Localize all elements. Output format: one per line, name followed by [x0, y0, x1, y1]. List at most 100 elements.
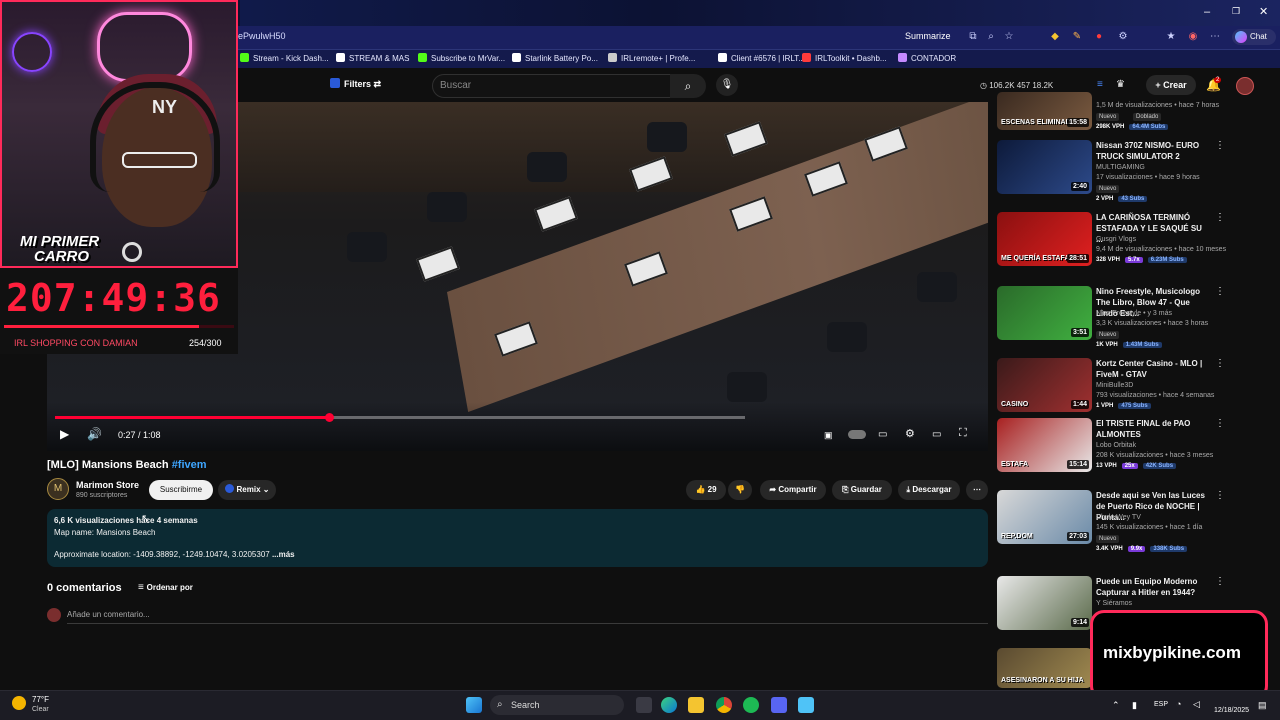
voice-search-button[interactable]: 🎙	[716, 74, 738, 96]
weather-temperature[interactable]: 77°F	[32, 695, 49, 704]
download-button[interactable]: ⤓ Descargar	[898, 480, 960, 500]
like-button[interactable]: 👍 29	[686, 480, 726, 500]
video-thumbnail[interactable]: ESCENAS ELIMINAD 15:58	[997, 92, 1092, 130]
video-options-icon[interactable]: ⋮	[1215, 358, 1225, 369]
spotify-icon[interactable]	[743, 697, 759, 713]
recommended-video[interactable]: CASINO 1:44 Kortz Center Casino - MLO | Fi…	[997, 358, 1267, 424]
zoom-icon[interactable]: ⌕	[984, 30, 998, 44]
search-button[interactable]: ⌕	[670, 74, 706, 98]
search-input[interactable]: Buscar	[440, 80, 471, 91]
video-thumbnail[interactable]: 9:14	[997, 576, 1092, 630]
video-options-icon[interactable]: ⋮	[1215, 576, 1225, 587]
search-box[interactable]	[432, 74, 702, 98]
favorites-icon[interactable]: ★	[1164, 30, 1178, 44]
edge-browser-icon[interactable]	[661, 697, 677, 713]
recommended-video[interactable]: 3:51 Nino Freestyle, Musicologo The Libro…	[997, 286, 1267, 352]
wifi-icon[interactable]: ◔	[1176, 699, 1181, 709]
discord-icon[interactable]	[771, 697, 787, 713]
video-thumbnail[interactable]: ASESINARON A SU HIJA	[997, 648, 1092, 688]
url-text[interactable]: ePwulwH50	[238, 31, 286, 41]
video-title[interactable]: Kortz Center Casino - MLO | FiveM - GTAV	[1096, 358, 1206, 380]
speaker-icon[interactable]: ◁	[1193, 699, 1200, 710]
tray-chevron-icon[interactable]: ⌃	[1112, 700, 1120, 711]
video-options-icon[interactable]: ⋮	[1215, 286, 1225, 297]
video-thumbnail[interactable]: ESTAFA 15:14	[997, 418, 1092, 472]
settings-gear-icon[interactable]: ⚙	[905, 427, 915, 440]
video-options-icon[interactable]: ⋮	[1215, 490, 1225, 501]
bookmark-item[interactable]: CONTADOR	[898, 53, 956, 63]
maximize-button[interactable]: ❐	[1232, 6, 1240, 17]
save-button[interactable]: ⎘ Guardar	[832, 480, 892, 500]
bookmark-item[interactable]: Subscribe to MrVar...	[418, 53, 505, 63]
trophy-icon[interactable]: ♛	[1116, 79, 1125, 90]
chrome-icon[interactable]	[716, 697, 732, 713]
more-menu-icon[interactable]: ⋯	[1208, 30, 1222, 44]
video-thumbnail[interactable]: CASINO 1:44	[997, 358, 1092, 412]
summarize-button[interactable]: Summarize	[905, 31, 951, 41]
video-title[interactable]: El TRISTE FINAL de PAO ALMONTES	[1096, 418, 1206, 440]
video-thumbnail[interactable]: ME QUERÍA ESTAFAR 28:51	[997, 212, 1092, 266]
progress-scrubber[interactable]	[325, 413, 334, 422]
create-button[interactable]: + Crear	[1146, 75, 1196, 95]
bookmark-item[interactable]: Stream - Kick Dash...	[240, 53, 329, 63]
weather-icon[interactable]	[12, 696, 26, 710]
taskbar-search-label[interactable]: Search	[511, 700, 540, 710]
bookmark-item[interactable]: STREAM & MAS	[336, 53, 409, 63]
weather-condition[interactable]: Clear	[32, 706, 49, 713]
tray-app-icon[interactable]: ▮	[1132, 700, 1137, 711]
comment-input[interactable]: Añade un comentario...	[67, 610, 150, 619]
close-button[interactable]: ✕	[1259, 5, 1268, 18]
channel-name[interactable]: Marimon Store	[76, 480, 139, 490]
recommended-video[interactable]: ESTAFA 15:14 El TRISTE FINAL de PAO ALMONT…	[997, 418, 1267, 484]
task-view-icon[interactable]	[636, 697, 652, 713]
extension-player-icon[interactable]: ▣	[824, 430, 833, 441]
hashtag-link[interactable]: #fivem	[172, 459, 207, 471]
more-actions-button[interactable]: ⋯	[966, 480, 988, 500]
bookmark-item[interactable]: Starlink Battery Po...	[512, 53, 598, 63]
account-avatar[interactable]	[1236, 77, 1254, 95]
subscribe-button[interactable]: Suscribirme	[149, 480, 213, 500]
filters-button[interactable]: Filters ⇄	[330, 78, 381, 90]
puzzle-icon[interactable]: ⚙	[1116, 30, 1130, 44]
fullscreen-icon[interactable]: ⛶	[959, 427, 967, 440]
file-explorer-icon[interactable]	[688, 697, 704, 713]
remix-button[interactable]: Remix ⌄	[218, 480, 276, 500]
theater-mode-icon[interactable]: ▭	[932, 429, 941, 440]
video-options-icon[interactable]: ⋮	[1215, 212, 1225, 223]
sort-comments-button[interactable]: ≡ Ordenar por	[138, 582, 193, 593]
subtitles-icon[interactable]: ▭	[878, 429, 887, 440]
video-title[interactable]: Puede un Equipo Moderno Capturar a Hitle…	[1096, 576, 1206, 598]
recommended-video[interactable]: 2:40 Nissan 370Z NISMO- EURO TRUCK SIMULA…	[997, 140, 1267, 206]
recommended-video[interactable]: REP.DOM 27:03 Desde aqui se Ven las Luces …	[997, 490, 1267, 556]
bookmark-item[interactable]: IRLremote+ | Profe...	[608, 53, 695, 63]
description-more-link[interactable]: ...más	[272, 550, 295, 559]
bookmark-item[interactable]: IRLToolkit • Dashb...	[802, 53, 887, 63]
language-indicator[interactable]: ESP	[1154, 701, 1168, 708]
bookmark-item[interactable]: Client #6576 | IRLT...	[718, 53, 805, 63]
windows-start-icon[interactable]	[466, 697, 482, 713]
minimize-button[interactable]: –	[1204, 6, 1210, 18]
video-thumbnail[interactable]: REP.DOM 27:03	[997, 490, 1092, 544]
notepad-icon[interactable]	[798, 697, 814, 713]
video-title[interactable]: Nissan 370Z NISMO- EURO TRUCK SIMULATOR …	[1096, 140, 1206, 162]
taskbar-date[interactable]: 12/18/2025	[1214, 707, 1249, 714]
video-options-icon[interactable]: ⋮	[1215, 140, 1225, 151]
video-thumbnail[interactable]: 2:40	[997, 140, 1092, 194]
video-thumbnail[interactable]: 3:51	[997, 286, 1092, 340]
volume-icon[interactable]: 🔊	[87, 427, 102, 441]
autoplay-toggle[interactable]	[848, 430, 866, 439]
extension-icon-1[interactable]: ◆	[1048, 30, 1062, 44]
external-link-icon[interactable]: ⧉	[966, 30, 980, 44]
video-options-icon[interactable]: ⋮	[1215, 418, 1225, 429]
share-button[interactable]: ➦ Compartir	[760, 480, 826, 500]
extension-filter-icon[interactable]: ≡	[1097, 79, 1103, 90]
notification-center-icon[interactable]: ▤	[1258, 700, 1267, 711]
favorite-star-icon[interactable]: ☆	[1002, 30, 1016, 44]
channel-avatar[interactable]: M	[47, 478, 69, 500]
extension-icon-2[interactable]: ✎	[1070, 30, 1084, 44]
copilot-chat-button[interactable]: Chat	[1232, 29, 1276, 45]
recommended-video[interactable]: ME QUERÍA ESTAFAR 28:51 LA CARIÑOSA TERMIN…	[997, 212, 1267, 278]
dislike-button[interactable]: 👎	[728, 480, 752, 500]
play-button[interactable]: ▶	[60, 427, 69, 441]
profile-icon[interactable]: ◉	[1186, 30, 1200, 44]
